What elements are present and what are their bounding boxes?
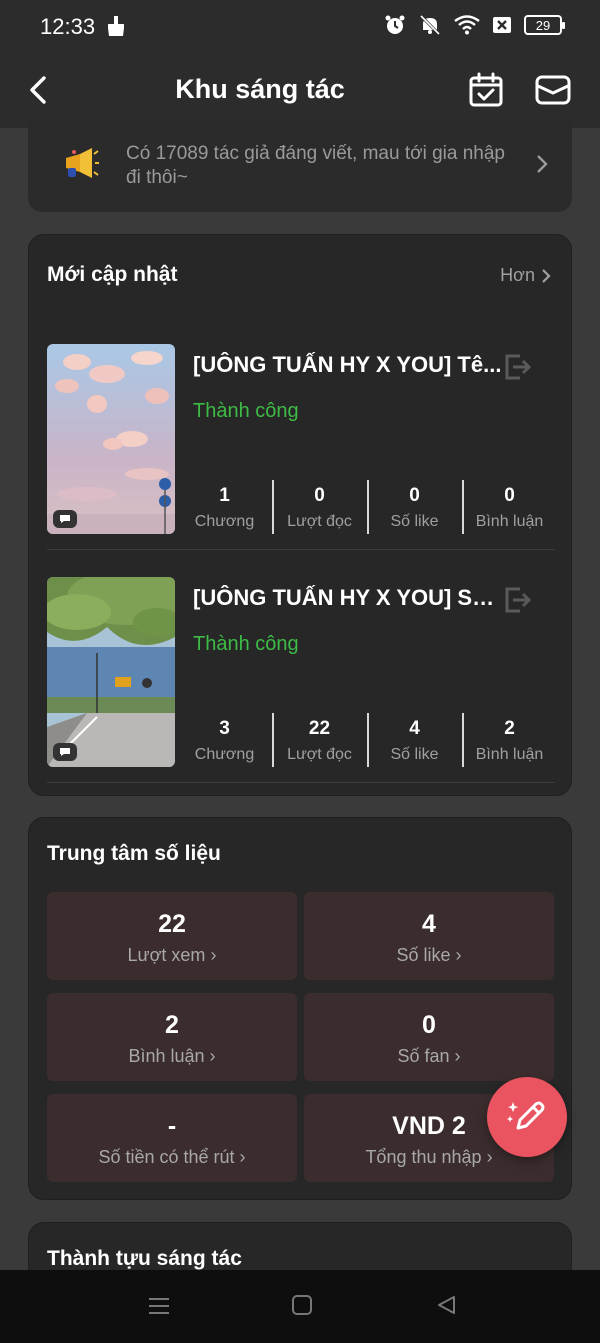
achievements-title: Thành tựu sáng tác — [47, 1247, 242, 1270]
stat-value: 22 — [308, 718, 331, 739]
pencil-sparkle-icon — [507, 1101, 545, 1130]
story-status: Thành công — [193, 633, 299, 655]
comment-badge-icon — [53, 510, 77, 528]
status-bar: 12:33 29 — [0, 0, 600, 56]
stat-value: 3 — [219, 718, 230, 739]
story-stats: 3 Chương 22 Lượt đọc 4 Số like 2 Bình luận — [177, 713, 557, 767]
sky-clouds-cover — [47, 344, 175, 534]
stat-value: 4 — [409, 718, 420, 739]
chevron-right-icon: › — [239, 1147, 246, 1167]
more-label: Hơn — [500, 265, 535, 285]
stat-chapters: 3 Chương — [177, 713, 272, 767]
stat-value: 0 — [409, 485, 420, 506]
tile-label: Số fan — [397, 1046, 450, 1066]
recent-title: Mới cập nhật — [47, 263, 178, 286]
battery-indicator: 29 — [524, 15, 565, 35]
sim-off-icon — [493, 17, 511, 33]
data-center-title: Trung tâm số liệu — [47, 842, 221, 865]
tile-value: - — [167, 1112, 177, 1140]
alarm-icon — [385, 15, 405, 34]
stat-likes: 0 Số like — [367, 480, 462, 534]
stat-label: Số like — [390, 513, 439, 530]
stat-likes: 4 Số like — [367, 713, 462, 767]
wifi-icon — [454, 15, 480, 35]
banner-text: Có 17089 tác giả đáng viết, mau tới gia … — [126, 143, 505, 188]
tile-views[interactable]: 22 Lượt xem › — [47, 892, 297, 980]
seaside-road-cover — [47, 577, 175, 767]
stat-chapters: 1 Chương — [177, 480, 272, 534]
chevron-right-icon: › — [209, 1046, 216, 1066]
stat-label: Lượt đọc — [287, 746, 352, 763]
stat-comments: 2 Bình luận — [462, 713, 557, 767]
chevron-right-icon: › — [210, 945, 217, 965]
stat-label: Chương — [194, 513, 255, 530]
home-square-icon[interactable] — [291, 1294, 313, 1316]
megaphone-icon — [66, 148, 99, 178]
stat-value: 0 — [314, 485, 325, 506]
chevron-right-icon: › — [486, 1147, 493, 1167]
tile-likes[interactable]: 4 Số like › — [304, 892, 554, 980]
chevron-right-icon — [542, 268, 551, 283]
story-stats: 1 Chương 0 Lượt đọc 0 Số like 0 Bình luận — [177, 480, 557, 534]
menu-icon[interactable] — [147, 1294, 171, 1318]
mute-icon — [419, 14, 441, 36]
stat-label: Số like — [390, 746, 439, 763]
tile-value: 4 — [422, 910, 436, 938]
tile-withdrawable[interactable]: - Số tiền có thể rút › — [47, 1094, 297, 1182]
tile-fans[interactable]: 0 Số fan › — [304, 993, 554, 1081]
status-time: 12:33 — [40, 14, 96, 39]
tile-label: Lượt xem — [127, 945, 206, 965]
stat-label: Lượt đọc — [287, 513, 352, 530]
story-item[interactable]: [UÔNG TUẤN HY X YOU] Sự... Thành công 3 C… — [47, 577, 555, 783]
data-center-card: Trung tâm số liệu 22 Lượt xem › 4 Số lik… — [28, 817, 572, 1200]
story-cover-image[interactable] — [47, 344, 175, 534]
more-link[interactable]: Hơn — [500, 265, 551, 286]
tile-label: Tổng thu nhập — [365, 1147, 482, 1167]
export-icon[interactable] — [502, 585, 532, 615]
back-triangle-icon[interactable] — [435, 1294, 457, 1316]
stat-label: Bình luận — [475, 513, 544, 530]
stat-reads: 0 Lượt đọc — [272, 480, 367, 534]
tile-value: 22 — [158, 910, 186, 938]
write-fab-button[interactable] — [487, 1077, 567, 1157]
recent-updates-card: Mới cập nhật Hơn [UÔNG TUẤN HY X YOU] Tê… — [28, 234, 572, 796]
stat-value: 2 — [504, 718, 515, 739]
system-nav-bar — [0, 1270, 600, 1343]
mail-icon[interactable] — [535, 74, 571, 106]
chevron-right-icon: › — [455, 945, 462, 965]
story-item[interactable]: [UÔNG TUẤN HY X YOU] Tê... Thành công 1 C… — [47, 344, 555, 550]
calendar-check-icon[interactable] — [468, 72, 504, 108]
comment-badge-icon — [53, 743, 77, 761]
tile-value: 2 — [165, 1011, 179, 1039]
story-title[interactable]: [UÔNG TUẤN HY X YOU] Tê... — [193, 352, 503, 378]
stat-value: 0 — [504, 485, 515, 506]
stat-label: Bình luận — [475, 746, 544, 763]
stat-comments: 0 Bình luận — [462, 480, 557, 534]
stat-reads: 22 Lượt đọc — [272, 713, 367, 767]
stat-value: 1 — [219, 485, 230, 506]
broom-icon — [108, 16, 124, 36]
tile-label: Số like — [396, 945, 451, 965]
export-icon[interactable] — [502, 352, 532, 382]
tile-label: Số tiền có thể rút — [98, 1147, 235, 1167]
story-title[interactable]: [UÔNG TUẤN HY X YOU] Sự... — [193, 585, 503, 611]
tile-label: Bình luận — [128, 1046, 205, 1066]
stat-label: Chương — [194, 746, 255, 763]
recruit-banner[interactable]: Có 17089 tác giả đáng viết, mau tới gia … — [28, 118, 572, 212]
chevron-right-icon: › — [454, 1046, 461, 1066]
story-status: Thành công — [193, 400, 299, 422]
tile-value: 0 — [422, 1011, 436, 1039]
tile-comments[interactable]: 2 Bình luận › — [47, 993, 297, 1081]
story-cover-image[interactable] — [47, 577, 175, 767]
battery-level: 29 — [535, 17, 551, 33]
chevron-right-icon — [537, 155, 548, 173]
page-title: Khu sáng tác — [175, 74, 345, 104]
